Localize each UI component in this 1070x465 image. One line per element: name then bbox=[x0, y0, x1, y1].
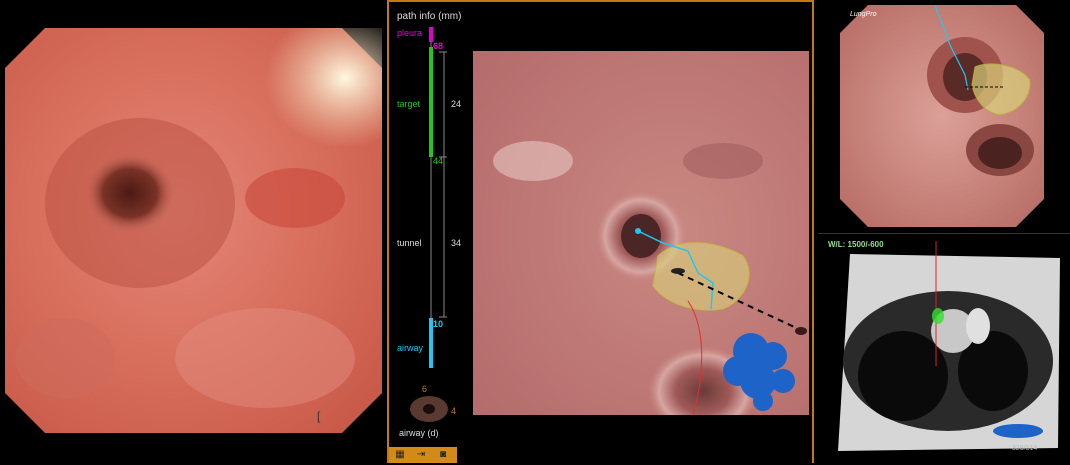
virtual-bronchoscopy-view[interactable] bbox=[473, 51, 809, 436]
import-icon[interactable]: ⇥ bbox=[413, 449, 429, 461]
slice-number: 326/514 bbox=[1012, 445, 1038, 452]
airway-value: 10 bbox=[433, 319, 444, 329]
path-ruler bbox=[429, 27, 447, 368]
grid-icon[interactable]: ▦ bbox=[392, 449, 408, 461]
brand-logo: LungPro bbox=[850, 11, 877, 18]
panel-divider bbox=[818, 233, 1070, 234]
target-segment-value: 24 bbox=[451, 99, 462, 109]
ct-slice-view[interactable] bbox=[828, 236, 1063, 460]
pleura-value: 68 bbox=[433, 41, 444, 51]
pleura-label: pleura bbox=[397, 28, 423, 38]
target-value: 44 bbox=[433, 156, 444, 166]
window-level-label: W/L: 1500/-600 bbox=[828, 240, 884, 249]
airway-d-inner: 4 bbox=[451, 406, 457, 416]
path-info-panel: path info (mm) pleura 68 target 24 44 tu… bbox=[387, 0, 814, 463]
target-label: target bbox=[397, 99, 421, 109]
tunnel-label: tunnel bbox=[397, 238, 422, 248]
airway-diameter-label: airway (d) bbox=[399, 428, 439, 438]
airway-label: airway bbox=[397, 343, 424, 353]
camera-icon[interactable]: ◙ bbox=[435, 449, 451, 461]
tunnel-segment-value: 34 bbox=[451, 238, 462, 248]
path-info-title: path info (mm) bbox=[397, 11, 462, 22]
live-cursor: [ bbox=[317, 409, 321, 423]
airway-d-outer: 6 bbox=[422, 384, 428, 394]
live-endoscope-view: [ bbox=[5, 8, 425, 433]
bottom-toolbar: ▦ ⇥ ◙ bbox=[389, 447, 457, 463]
pleura-bar bbox=[429, 27, 433, 42]
target-bar bbox=[429, 47, 433, 157]
virtual-endoscopy-thumbnail[interactable]: LungPro bbox=[840, 4, 1044, 227]
airway-diameter-icon bbox=[410, 396, 448, 422]
